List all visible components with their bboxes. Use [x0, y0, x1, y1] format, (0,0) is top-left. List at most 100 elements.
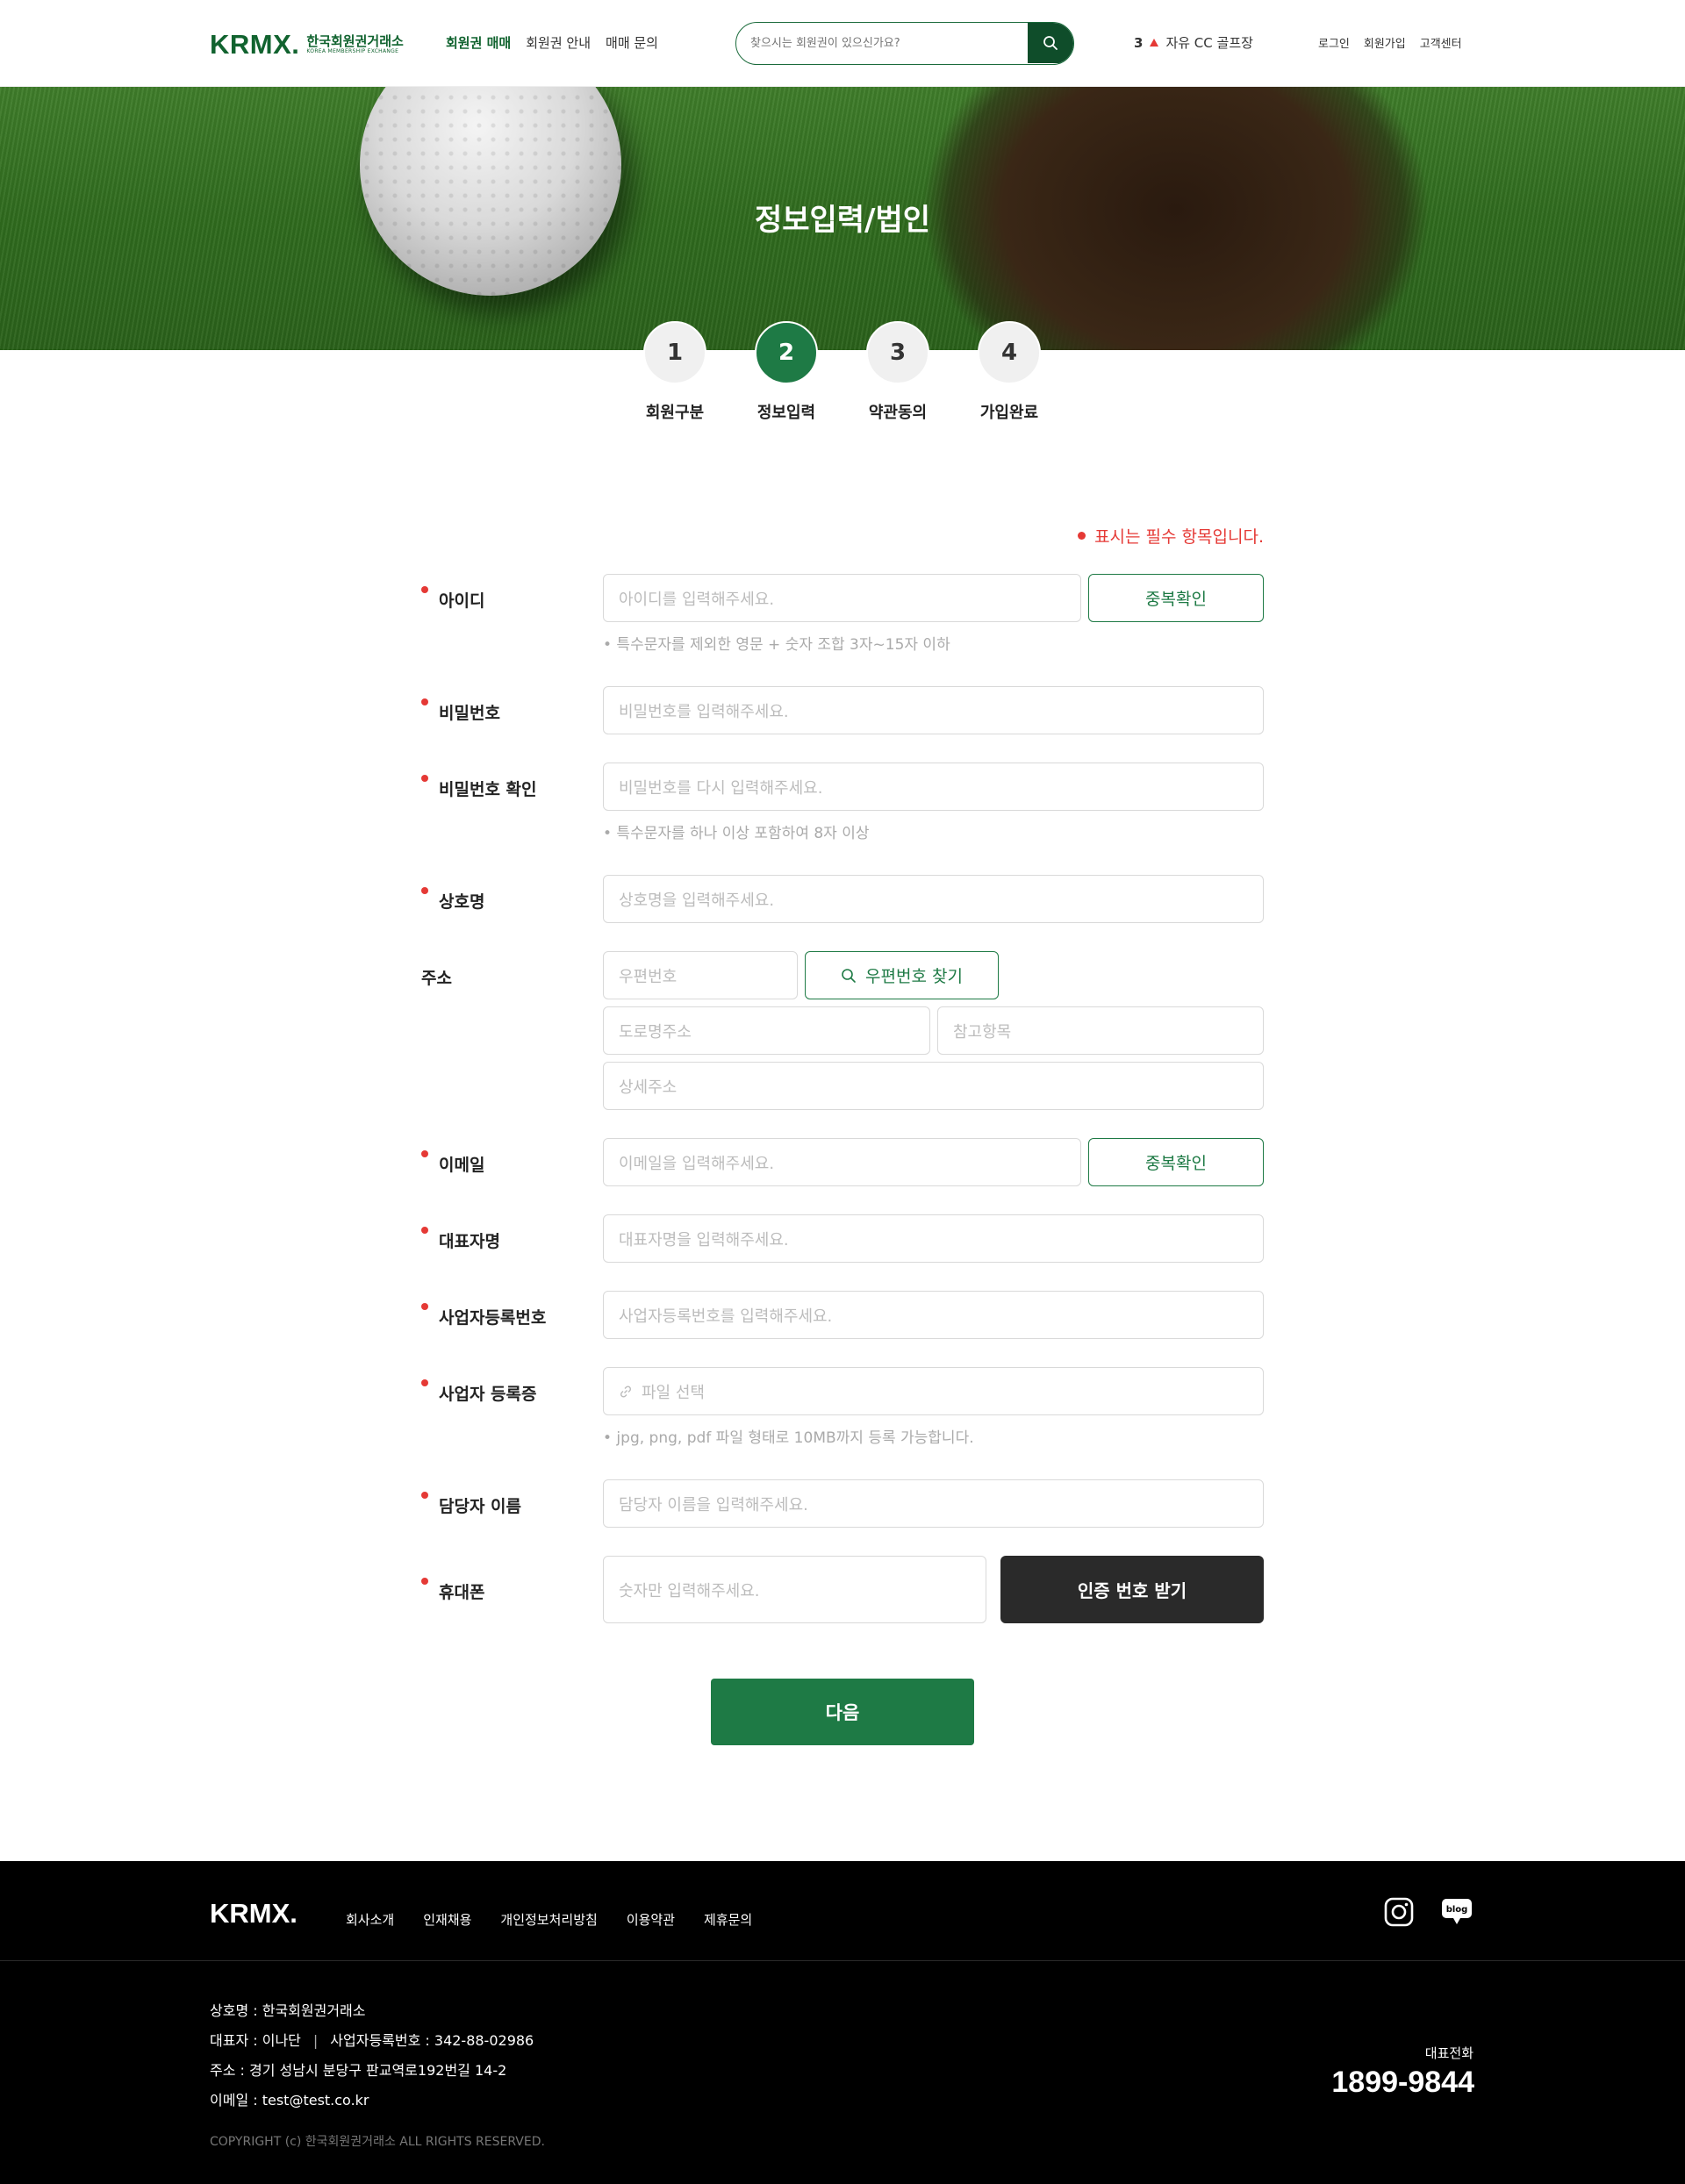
step-label: 약관동의	[868, 404, 928, 422]
footer-link-about[interactable]: 회사소개	[346, 1910, 394, 1929]
email-input[interactable]: 이메일을 입력해주세요.	[603, 1138, 1081, 1186]
biz-cert-file-input[interactable]: 파일 선택	[603, 1367, 1264, 1415]
required-note-text: 표시는 필수 항목입니다.	[1094, 527, 1264, 547]
tel-number[interactable]: 1899-9844	[1211, 2066, 1474, 2100]
email-duplicate-check-button[interactable]: 중복확인	[1088, 1138, 1264, 1186]
id-label-text: 아이디	[439, 591, 485, 611]
biz-number-label: 사업자등록번호	[421, 1303, 547, 1328]
page-title: 정보입력/법인	[754, 203, 931, 238]
password-confirm-label-text: 비밀번호 확인	[439, 780, 537, 799]
reference-address-input[interactable]: 참고항목	[937, 1006, 1264, 1055]
footer-link-partnership[interactable]: 제휴문의	[704, 1910, 752, 1929]
detail-address-input[interactable]: 상세주소	[603, 1062, 1264, 1110]
required-dot-icon	[421, 1150, 428, 1157]
step-4: 4 가입완료	[957, 321, 1062, 423]
site-header: KRMX. 한국회원권거래소 KOREA MEMBERSHIP EXCHANGE…	[0, 0, 1685, 87]
rank-item: 자유 CC 골프장	[1165, 35, 1253, 51]
phone-input[interactable]: 숫자만 입력해주세요.	[603, 1556, 986, 1623]
search-box	[735, 22, 1074, 65]
step-label: 정보입력	[756, 404, 816, 422]
copyright: COPYRIGHT (c) 한국회원권거래소 ALL RIGHTS RESERV…	[210, 2135, 545, 2149]
zipcode-search-button[interactable]: 우편번호 찾기	[805, 951, 999, 999]
id-duplicate-check-button[interactable]: 중복확인	[1088, 574, 1264, 622]
step-number: 1	[643, 321, 706, 384]
instagram-icon[interactable]	[1383, 1896, 1415, 1928]
search-icon	[1043, 36, 1058, 50]
ceo-label-text: 대표자명	[439, 1232, 500, 1251]
required-dot-icon	[421, 1379, 428, 1386]
zipcode-input[interactable]: 우편번호	[603, 951, 798, 999]
step-2: 2 정보입력	[734, 321, 839, 423]
customer-center-link[interactable]: 고객센터	[1420, 34, 1462, 51]
ceo-input[interactable]: 대표자명을 입력해주세요.	[603, 1214, 1264, 1263]
biz-number-input[interactable]: 사업자등록번호를 입력해주세요.	[603, 1291, 1264, 1339]
ceo-label: 대표자명	[421, 1227, 500, 1252]
company-input[interactable]: 상호명을 입력해주세요.	[603, 875, 1264, 923]
required-dot-icon	[421, 775, 428, 782]
required-dot-icon	[1078, 532, 1086, 540]
signup-link[interactable]: 회원가입	[1364, 34, 1406, 51]
nav-trade-inquiry[interactable]: 매매 문의	[606, 33, 658, 52]
password-confirm-input[interactable]: 비밀번호를 다시 입력해주세요.	[603, 763, 1264, 811]
footer-logo[interactable]: KRMX.	[210, 1898, 298, 1930]
footer-top: KRMX. 회사소개 인재채용 개인정보처리방침 이용약관 제휴문의 blog	[0, 1861, 1685, 1961]
footer-link-careers[interactable]: 인재채용	[423, 1910, 471, 1929]
footer-link-terms[interactable]: 이용약관	[627, 1910, 675, 1929]
golf-ball-image	[360, 87, 621, 296]
sns-links: blog	[1383, 1896, 1473, 1928]
ceo-line: 대표자 : 이나단	[210, 2032, 301, 2049]
logo-mark: KRMX.	[210, 29, 300, 60]
password-label: 비밀번호	[421, 698, 500, 724]
blog-icon[interactable]: blog	[1441, 1896, 1473, 1928]
search-button[interactable]	[1028, 23, 1073, 63]
rank-up-icon	[1150, 39, 1159, 47]
required-dot-icon	[421, 586, 428, 593]
password-hint: • 특수문자를 하나 이상 포함하여 8자 이상	[603, 825, 870, 842]
address-line: 주소 : 경기 성남시 분당구 판교역로192번길 14-2	[210, 2062, 507, 2079]
biz-number-label-text: 사업자등록번호	[439, 1308, 547, 1328]
required-dot-icon	[421, 1492, 428, 1499]
phone-label-text: 휴대폰	[439, 1583, 485, 1602]
biz-line: 사업자등록번호 : 342-88-02986	[330, 2032, 534, 2049]
password-input[interactable]: 비밀번호를 입력해주세요.	[603, 686, 1264, 734]
nav-membership-info[interactable]: 회원권 안내	[526, 33, 591, 52]
phone-label: 휴대폰	[421, 1578, 485, 1603]
road-address-input[interactable]: 도로명주소	[603, 1006, 930, 1055]
biz-cert-label-text: 사업자 등록증	[439, 1385, 537, 1404]
company-info: 상호명 : 한국회원권거래소 대표자 : 이나단 | 사업자등록번호 : 342-8…	[210, 1996, 534, 2116]
id-input[interactable]: 아이디를 입력해주세요.	[603, 574, 1081, 622]
search-input[interactable]	[736, 23, 1029, 63]
request-verification-button[interactable]: 인증 번호 받기	[1000, 1556, 1264, 1623]
rank-number: 3	[1134, 34, 1144, 51]
required-dot-icon	[421, 887, 428, 894]
step-number: 4	[978, 321, 1041, 384]
file-hint: • jpg, png, pdf 파일 형태로 10MB까지 등록 가능합니다.	[603, 1429, 974, 1447]
required-dot-icon	[421, 1578, 428, 1585]
address-label: 주소	[421, 969, 452, 988]
site-logo[interactable]: KRMX. 한국회원권거래소 KOREA MEMBERSHIP EXCHANGE	[210, 29, 404, 61]
footer-link-privacy[interactable]: 개인정보처리방침	[500, 1910, 597, 1929]
trending-rank[interactable]: 3 자유 CC 골프장	[1134, 33, 1253, 52]
step-number: 2	[755, 321, 818, 384]
required-dot-icon	[421, 1227, 428, 1234]
id-label: 아이디	[421, 586, 485, 612]
site-footer: KRMX. 회사소개 인재채용 개인정보처리방침 이용약관 제휴문의 blog …	[0, 1861, 1685, 2184]
blog-badge-text: blog	[1446, 1905, 1468, 1915]
required-dot-icon	[421, 1303, 428, 1310]
manager-input[interactable]: 담당자 이름을 입력해주세요.	[603, 1479, 1264, 1528]
nav-membership-trade[interactable]: 회원권 매매	[446, 33, 511, 52]
step-1: 1 회원구분	[622, 321, 728, 423]
utility-menu: 로그인 회원가입 고객센터	[1318, 34, 1462, 51]
company-label-text: 상호명	[439, 892, 485, 912]
step-3: 3 약관동의	[845, 321, 950, 423]
email-label-text: 이메일	[439, 1156, 485, 1175]
login-link[interactable]: 로그인	[1318, 34, 1350, 51]
search-icon	[842, 968, 856, 983]
step-number: 3	[866, 321, 929, 384]
required-dot-icon	[421, 698, 428, 705]
footer-nav: 회사소개 인재채용 개인정보처리방침 이용약관 제휴문의	[346, 1910, 752, 1929]
logo-korean: 한국회원권거래소	[306, 33, 404, 49]
next-button[interactable]: 다음	[711, 1679, 974, 1745]
manager-label: 담당자 이름	[421, 1492, 521, 1517]
zipcode-search-label: 우편번호 찾기	[865, 967, 963, 986]
